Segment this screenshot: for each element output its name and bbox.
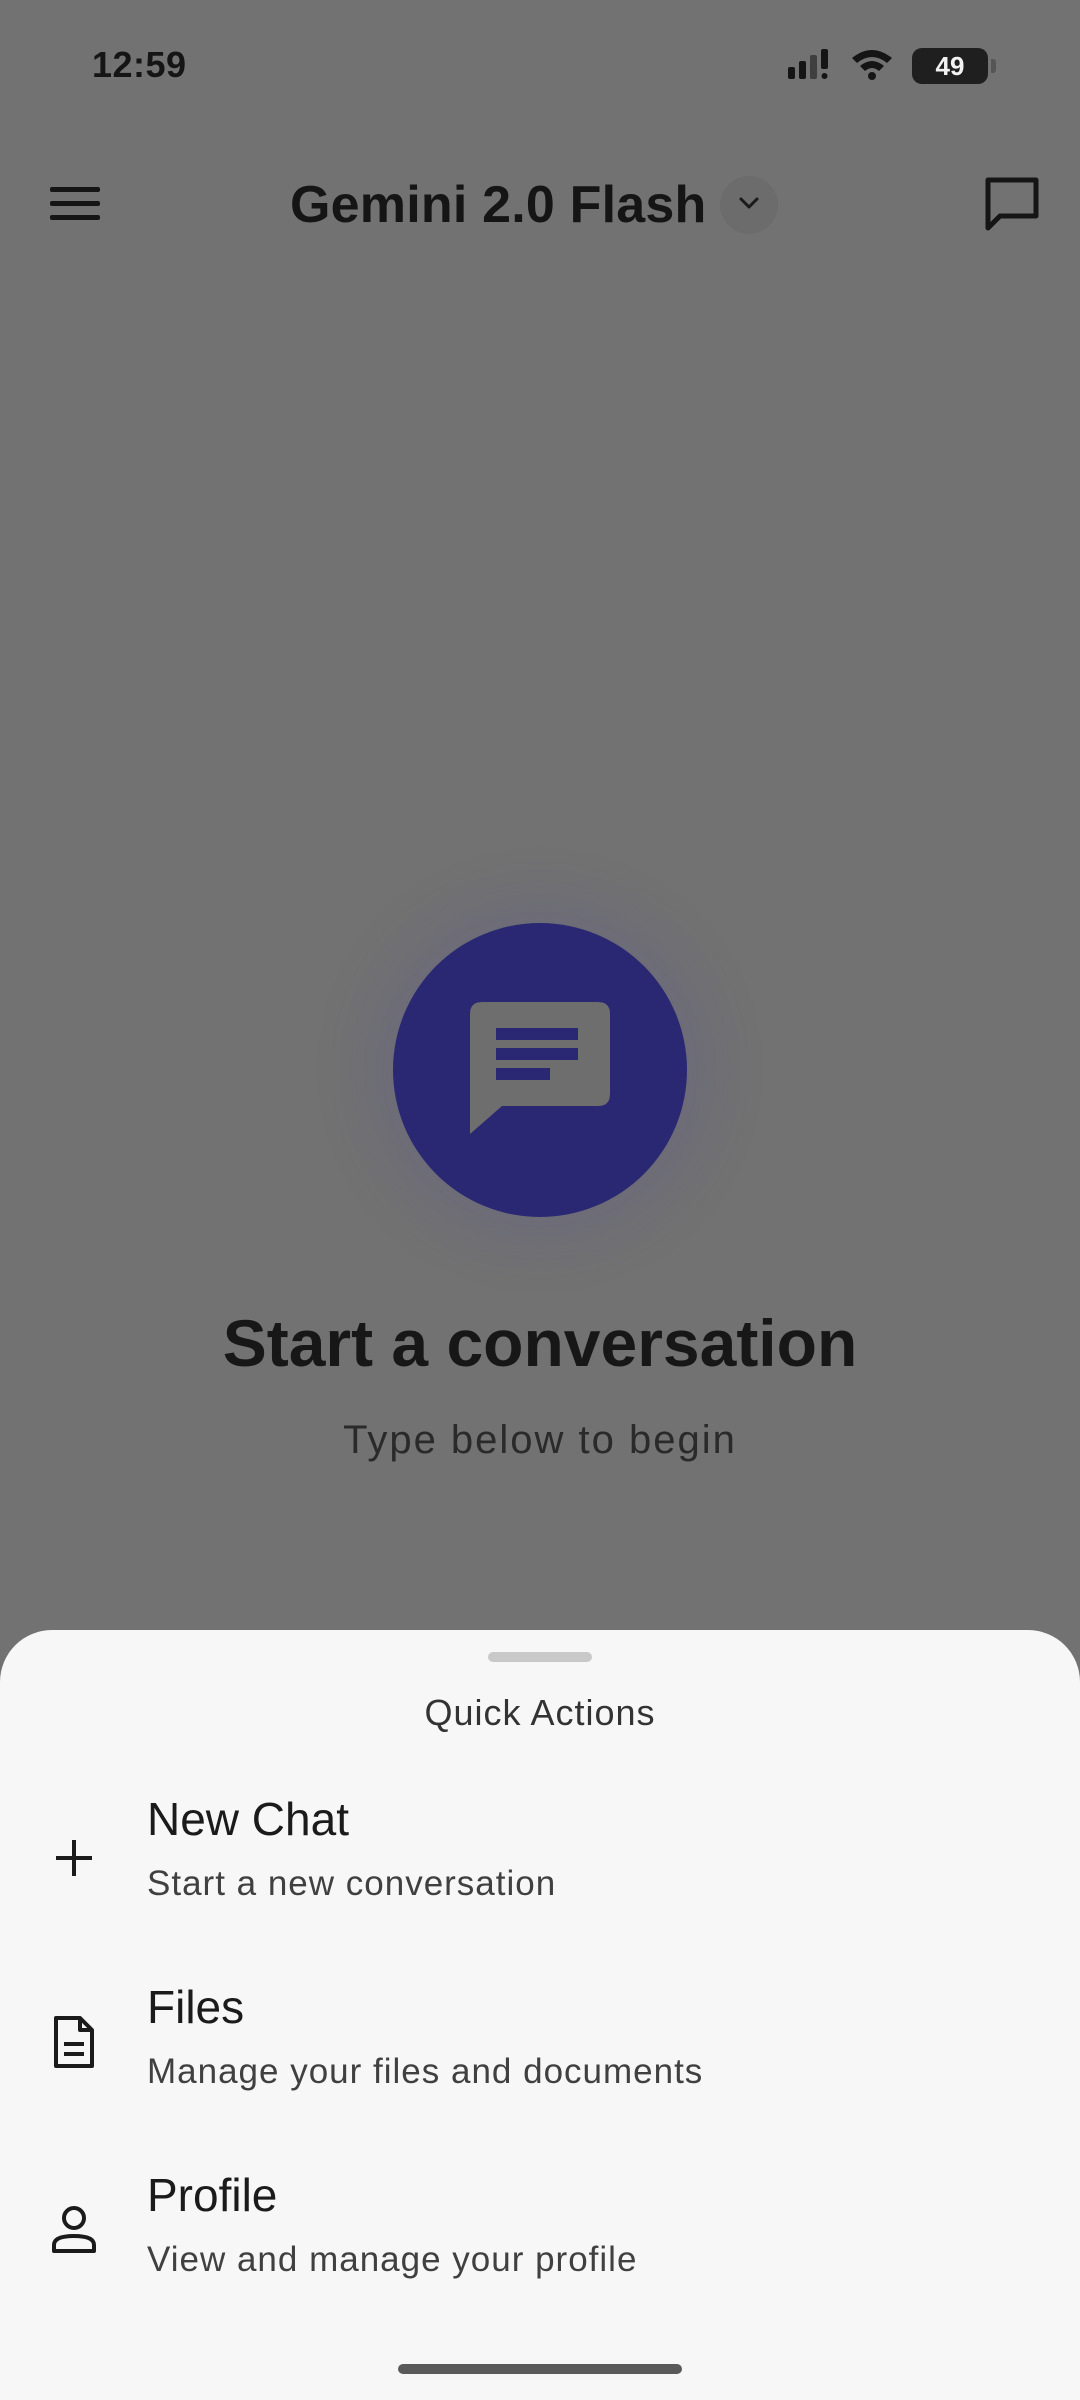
action-new-chat[interactable]: New Chat Start a new conversation bbox=[0, 1780, 1080, 1950]
battery-indicator: 49 bbox=[912, 48, 996, 84]
sheet-title: Quick Actions bbox=[424, 1692, 656, 1733]
quick-actions-sheet: Quick Actions New Chat Start a new conve… bbox=[0, 1630, 1080, 2400]
drag-handle[interactable] bbox=[488, 1652, 592, 1662]
file-icon bbox=[44, 2012, 104, 2072]
empty-state-subtitle: Type below to begin bbox=[343, 1418, 737, 1462]
model-name: Gemini 2.0 Flash bbox=[290, 176, 707, 234]
signal-icon bbox=[786, 47, 832, 86]
plus-icon bbox=[44, 1828, 104, 1888]
action-description: View and manage your profile bbox=[147, 2240, 638, 2279]
menu-button[interactable] bbox=[40, 170, 110, 240]
action-description: Manage your files and documents bbox=[147, 2052, 704, 2091]
home-indicator[interactable] bbox=[398, 2364, 682, 2374]
empty-state-title: Start a conversation bbox=[222, 1306, 858, 1380]
action-label: New Chat bbox=[147, 1793, 349, 1845]
model-dropdown-button[interactable] bbox=[720, 176, 779, 234]
action-files[interactable]: Files Manage your files and documents bbox=[0, 1970, 1080, 2140]
status-icons: 49 bbox=[786, 46, 996, 86]
model-selector[interactable]: Gemini 2.0 Flash bbox=[290, 170, 779, 240]
action-label: Files bbox=[147, 1981, 245, 2033]
app-bar: Gemini 2.0 Flash bbox=[0, 150, 1080, 260]
chevron-down-icon bbox=[737, 195, 761, 216]
battery-level: 49 bbox=[935, 50, 965, 81]
message-icon bbox=[470, 1001, 610, 1139]
hamburger-icon bbox=[50, 185, 100, 226]
wifi-icon bbox=[850, 47, 894, 86]
person-icon bbox=[44, 2200, 104, 2260]
action-profile[interactable]: Profile View and manage your profile bbox=[0, 2160, 1080, 2330]
new-chat-button[interactable] bbox=[974, 168, 1050, 244]
action-description: Start a new conversation bbox=[147, 1864, 557, 1903]
status-time: 12:59 bbox=[92, 44, 187, 85]
action-label: Profile bbox=[147, 2169, 278, 2221]
chat-bubble-icon bbox=[982, 174, 1042, 239]
status-bar: 12:59 49 bbox=[0, 0, 1080, 130]
conversation-hero-badge bbox=[393, 923, 687, 1217]
